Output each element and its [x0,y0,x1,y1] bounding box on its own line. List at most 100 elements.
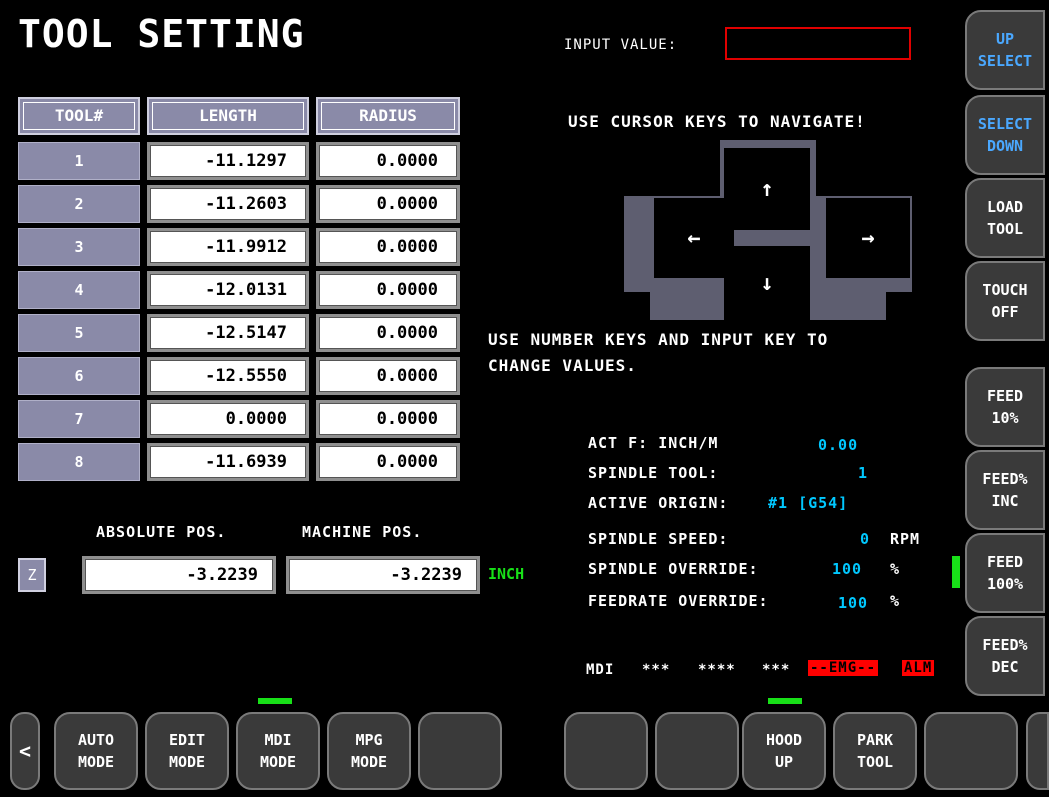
machine-pos-box: -3.2239 [286,556,480,594]
scroll-right-button[interactable] [1026,712,1049,790]
tool-number[interactable]: 5 [18,314,140,352]
header-length-label: LENGTH [199,106,257,125]
length-value: -12.5550 [150,360,306,392]
unit-label: INCH [488,565,525,583]
feed-dec-button[interactable]: FEED% DEC [965,616,1045,696]
emg-badge: --EMG-- [808,660,879,676]
park-tool-button[interactable]: PARK TOOL [833,712,917,790]
tool-number[interactable]: 6 [18,357,140,395]
spindle-tool-value: 1 [858,464,869,482]
diagram-corner [886,292,912,320]
radius-cell[interactable]: 0.0000 [316,357,460,395]
input-value-label: INPUT VALUE: [564,37,678,53]
empty-softkey[interactable] [418,712,502,790]
header-length: LENGTH [147,97,309,135]
length-value: -11.9912 [150,231,306,263]
length-value: -11.2603 [150,188,306,220]
hood-active-indicator [768,698,802,704]
feedrate-override-label: FEEDRATE OVERRIDE: [588,592,769,610]
tool-number[interactable]: 2 [18,185,140,223]
spindle-override-label: SPINDLE OVERRIDE: [588,560,759,578]
alm-badge: ALM [902,660,935,676]
feed-inc-button[interactable]: FEED% INC [965,450,1045,530]
feed-100-button[interactable]: FEED 100% [965,533,1045,613]
radius-value: 0.0000 [319,274,457,306]
length-cell[interactable]: -12.5550 [147,357,309,395]
header-radius-label: RADIUS [359,106,417,125]
length-cell[interactable]: -12.5147 [147,314,309,352]
select-down-button[interactable]: SELECT DOWN [965,95,1045,175]
machine-pos-value: -3.2239 [289,559,477,591]
empty-softkey[interactable] [564,712,648,790]
length-cell[interactable]: -11.2603 [147,185,309,223]
radius-cell[interactable]: 0.0000 [316,142,460,180]
hood-up-button[interactable]: HOOD UP [742,712,826,790]
edit-mode-button[interactable]: EDIT MODE [145,712,229,790]
length-value: -12.5147 [150,317,306,349]
up-arrow-icon: ↑ [724,148,810,230]
number-keys-hint: USE NUMBER KEYS AND INPUT KEY TO [488,330,829,349]
feedrate-override-value: 100 [838,594,869,612]
change-values-hint: CHANGE VALUES. [488,356,637,375]
diagram-corner [816,140,912,196]
diagram-corner [624,292,650,320]
radius-cell[interactable]: 0.0000 [316,400,460,438]
diagram-corner [624,140,720,196]
length-value: -12.0131 [150,274,306,306]
tool-number[interactable]: 1 [18,142,140,180]
radius-value: 0.0000 [319,317,457,349]
act-feed-value: 0.00 [818,436,859,454]
radius-cell[interactable]: 0.0000 [316,443,460,481]
radius-cell[interactable]: 0.0000 [316,271,460,309]
axis-label-z[interactable]: Z [18,558,46,592]
radius-value: 0.0000 [319,188,457,220]
down-arrow-icon: ↓ [724,246,810,320]
length-cell[interactable]: -11.1297 [147,142,309,180]
mdi-active-indicator [258,698,292,704]
radius-cell[interactable]: 0.0000 [316,314,460,352]
radius-value: 0.0000 [319,446,457,478]
auto-mode-button[interactable]: AUTO MODE [54,712,138,790]
length-cell[interactable]: -11.9912 [147,228,309,266]
mdi-mode-button[interactable]: MDI MODE [236,712,320,790]
radius-value: 0.0000 [319,403,457,435]
spindle-speed-label: SPINDLE SPEED: [588,530,729,548]
feedrate-override-unit: % [890,592,901,610]
length-cell[interactable]: 0.0000 [147,400,309,438]
length-value: -11.1297 [150,145,306,177]
tool-number[interactable]: 4 [18,271,140,309]
header-radius: RADIUS [316,97,460,135]
tool-number[interactable]: 8 [18,443,140,481]
override-indicator [952,556,960,588]
absolute-pos-label: ABSOLUTE POS. [96,523,227,541]
radius-cell[interactable]: 0.0000 [316,185,460,223]
up-select-button[interactable]: UP SELECT [965,10,1045,90]
active-origin-label: ACTIVE ORIGIN: [588,494,729,512]
tool-number[interactable]: 3 [18,228,140,266]
radius-value: 0.0000 [319,231,457,263]
cursor-keys-diagram: ↑ ← → ↓ [624,140,912,320]
empty-softkey[interactable] [655,712,739,790]
header-tool: TOOL# [18,97,140,135]
scroll-left-button[interactable]: < [10,712,40,790]
right-arrow-icon: → [826,198,910,278]
absolute-pos-value: -3.2239 [85,559,273,591]
touch-off-button[interactable]: TOUCH OFF [965,261,1045,341]
empty-softkey[interactable] [924,712,1018,790]
input-value-field[interactable] [725,27,911,60]
header-tool-label: TOOL# [54,106,104,125]
spindle-speed-value: 0 [860,530,871,548]
radius-value: 0.0000 [319,360,457,392]
load-tool-button[interactable]: LOAD TOOL [965,178,1045,258]
feed-10-button[interactable]: FEED 10% [965,367,1045,447]
left-arrow-icon: ← [654,198,734,278]
machine-pos-label: MACHINE POS. [302,523,423,541]
active-origin-value: #1 [G54] [768,494,849,512]
length-cell[interactable]: -11.6939 [147,443,309,481]
absolute-pos-box: -3.2239 [82,556,276,594]
radius-cell[interactable]: 0.0000 [316,228,460,266]
length-cell[interactable]: -12.0131 [147,271,309,309]
tool-number[interactable]: 7 [18,400,140,438]
mpg-mode-button[interactable]: MPG MODE [327,712,411,790]
status-field-3: *** [762,662,791,678]
